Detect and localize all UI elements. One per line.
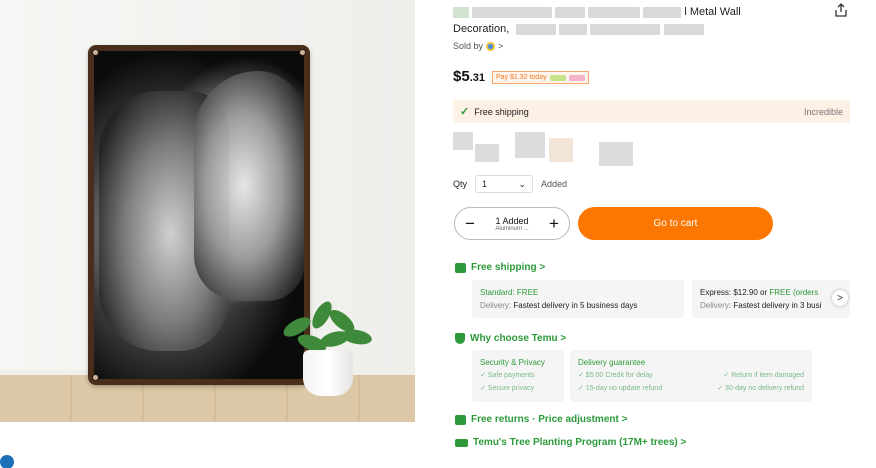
- tree-icon: [455, 438, 468, 447]
- free-shipping-section-title[interactable]: Free shipping >: [455, 262, 545, 273]
- price: $5.31: [453, 68, 485, 85]
- no-update-refund: ✓ 15-day no update refund: [578, 385, 663, 392]
- credit-for-delay: ✓ $5.00 Credit for delay: [578, 372, 653, 379]
- why-choose-section-title[interactable]: Why choose Temu >: [455, 333, 566, 344]
- qty-select[interactable]: 1 ⌄: [475, 175, 534, 193]
- product-title-text: l Metal Wall: [684, 6, 741, 18]
- price-cents: .31: [469, 72, 485, 84]
- product-title-line1: l Metal Wall: [453, 6, 741, 18]
- express-free: FREE (orders: [769, 288, 819, 297]
- pay-today-badge[interactable]: Pay $1.32 today: [492, 71, 589, 84]
- delivery-guarantee-card: Delivery guarantee ✓ $5.00 Credit for de…: [570, 350, 812, 402]
- security-privacy-card: Security & Privacy ✓ Safe payments ✓ Sec…: [472, 350, 564, 402]
- chevron-right-icon[interactable]: >: [832, 290, 848, 306]
- safe-payments: ✓ Safe payments: [480, 372, 535, 379]
- free-returns-label: Free returns · Price adjustment >: [471, 414, 628, 425]
- security-title: Security & Privacy: [480, 358, 545, 367]
- express-shipping-card: Express: $12.90 or FREE (orders Delivery…: [692, 280, 850, 318]
- check-icon: ✓: [460, 106, 470, 118]
- product-image[interactable]: [0, 0, 415, 422]
- free-shipping-label: Free shipping: [474, 106, 529, 117]
- qty-value: 1: [482, 179, 488, 189]
- plus-button[interactable]: +: [547, 215, 561, 232]
- pay-today-text: Pay $1.32 today: [496, 74, 547, 81]
- standard-shipping-card: Standard: FREE Delivery: Fastest deliver…: [472, 280, 684, 318]
- returns-icon: [455, 414, 466, 425]
- quantity-stepper[interactable]: − 1 Added Aluminum ... +: [454, 207, 570, 240]
- stepper-label: 1 Added Aluminum ...: [495, 216, 528, 232]
- product-title-text-2: Decoration,: [453, 23, 510, 35]
- payment-logo-icon: [568, 74, 585, 81]
- secure-privacy: ✓ Secure privacy: [480, 385, 535, 392]
- standard-delivery-text: Fastest delivery in 5 business days: [513, 301, 638, 310]
- variant-swatches[interactable]: [453, 130, 643, 170]
- shield-icon: [455, 333, 465, 344]
- sign-hole-icon: [92, 374, 99, 381]
- go-to-cart-button[interactable]: Go to cart: [578, 207, 773, 240]
- express-delivery-text: Fastest delivery in 3 busi: [733, 301, 822, 310]
- payment-logo-icon: [549, 74, 566, 81]
- delivery-label: Delivery:: [700, 301, 732, 310]
- express-title: Express: $12.90 or: [700, 288, 768, 297]
- tree-program-label: Temu's Tree Planting Program (17M+ trees…: [473, 437, 687, 448]
- sold-by[interactable]: Sold by >: [453, 41, 503, 51]
- delivery-guarantee-title: Delivery guarantee: [578, 358, 646, 367]
- plant-pot: [303, 350, 353, 396]
- shipping-bar-right: Incredible: [803, 106, 843, 117]
- chevron-right-icon: >: [498, 41, 504, 51]
- free-shipping-title: Free shipping >: [471, 262, 546, 273]
- stepper-added-count: 1 Added: [495, 215, 529, 226]
- share-icon[interactable]: [834, 3, 848, 17]
- chevron-down-icon: ⌄: [518, 178, 527, 189]
- lion-right: [194, 71, 304, 301]
- price-main: $5: [453, 68, 470, 85]
- no-delivery-refund: ✓ 30-day no delivery refund: [717, 385, 804, 392]
- return-if-damaged: ✓ Return if item damaged: [723, 372, 804, 379]
- qty-label: Qty: [453, 179, 468, 189]
- why-choose-title: Why choose Temu >: [470, 333, 567, 344]
- tree-program-link[interactable]: Temu's Tree Planting Program (17M+ trees…: [455, 437, 686, 448]
- product-title-line2: Decoration,: [453, 23, 704, 35]
- free-returns-link[interactable]: Free returns · Price adjustment >: [455, 414, 627, 425]
- sign-hole-icon: [92, 49, 99, 56]
- delivery-label: Delivery:: [480, 301, 512, 310]
- qty-added-text: Added: [541, 179, 568, 189]
- sign-hole-icon: [299, 49, 306, 56]
- sold-by-label: Sold by: [453, 41, 484, 51]
- free-shipping-bar: ✓ Free shipping Incredible: [453, 100, 850, 123]
- standard-shipping-title: Standard: FREE: [480, 288, 539, 297]
- quantity-row: Qty 1 ⌄ Added: [453, 175, 567, 193]
- minus-button[interactable]: −: [463, 215, 477, 232]
- seller-avatar: [486, 41, 496, 51]
- truck-icon: [455, 262, 466, 273]
- store-logo-icon[interactable]: [0, 455, 14, 468]
- stepper-variant: Aluminum ...: [495, 225, 529, 232]
